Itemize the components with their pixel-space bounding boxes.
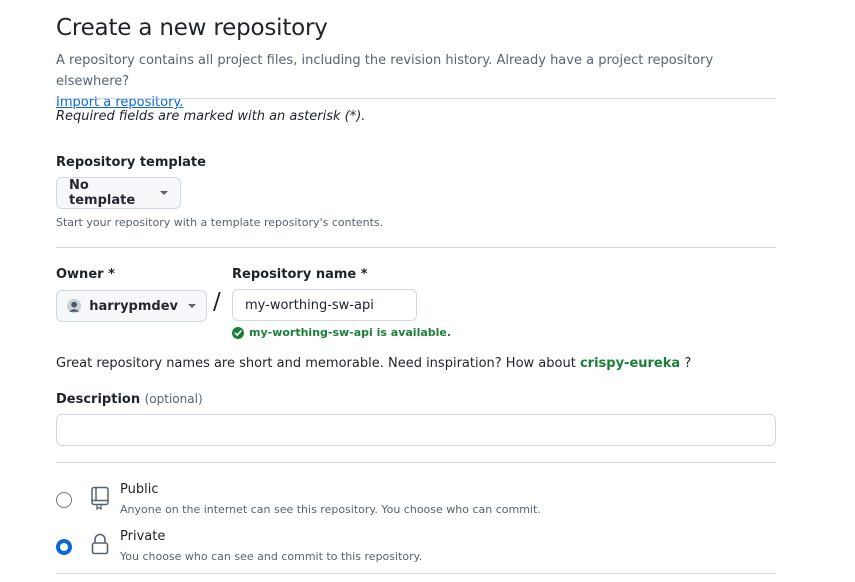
- repo-name-label: Repository name *: [232, 267, 368, 282]
- name-suggestion-button[interactable]: crispy-eureka: [580, 356, 680, 371]
- visibility-private-radio[interactable]: [56, 539, 72, 555]
- owner-selected: harrypmdev: [89, 298, 178, 314]
- page-intro: A repository contains all project files,…: [56, 50, 776, 113]
- template-label: Repository template: [56, 155, 206, 170]
- owner-select-button[interactable]: harrypmdev: [56, 290, 207, 322]
- availability-status: my-worthing-sw-api is available.: [232, 326, 451, 339]
- visibility-public-title: Public: [120, 482, 159, 497]
- repo-icon: [91, 486, 109, 510]
- repo-name-input[interactable]: [232, 289, 417, 321]
- inspiration-line: Great repository names are short and mem…: [56, 356, 691, 371]
- availability-text: my-worthing-sw-api is available.: [249, 326, 452, 339]
- caret-down-icon: [160, 191, 168, 195]
- visibility-public-radio[interactable]: [56, 492, 72, 508]
- description-input[interactable]: [56, 414, 776, 446]
- lock-icon: [91, 533, 109, 555]
- avatar: [67, 298, 82, 314]
- owner-label: Owner *: [56, 267, 115, 282]
- visibility-public-desc: Anyone on the internet can see this repo…: [120, 503, 541, 516]
- visibility-private-title: Private: [120, 529, 166, 544]
- divider: [56, 462, 776, 463]
- divider: [56, 247, 776, 248]
- divider: [56, 573, 776, 574]
- owner-repo-separator: /: [213, 289, 221, 315]
- caret-down-icon: [188, 304, 196, 308]
- inspiration-suffix: ?: [684, 356, 692, 371]
- intro-text: A repository contains all project files,…: [56, 53, 714, 89]
- required-note: Required fields are marked with an aster…: [56, 109, 366, 124]
- description-label: Description (optional): [56, 392, 203, 407]
- page-title: Create a new repository: [56, 15, 328, 41]
- description-label-text: Description: [56, 392, 141, 407]
- check-circle-icon: [232, 326, 244, 339]
- divider: [56, 98, 776, 99]
- optional-tag: (optional): [144, 392, 203, 406]
- inspiration-text: Great repository names are short and mem…: [56, 356, 576, 371]
- template-hint: Start your repository with a template re…: [56, 216, 384, 229]
- visibility-private-desc: You choose who can see and commit to thi…: [120, 550, 423, 563]
- template-select-button[interactable]: No template: [56, 177, 181, 209]
- template-selected: No template: [69, 178, 136, 208]
